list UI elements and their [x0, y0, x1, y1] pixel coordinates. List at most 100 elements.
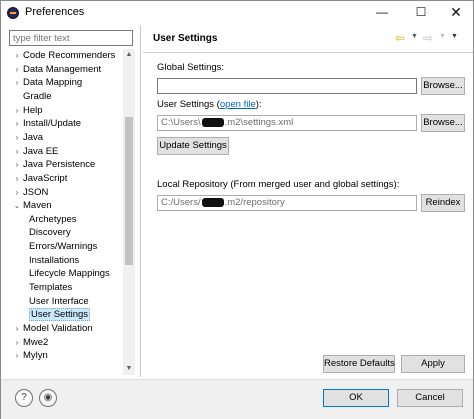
back-arrow-icon[interactable]: ⇦: [395, 31, 405, 45]
global-settings-label: Global Settings:: [157, 62, 225, 73]
tree-item[interactable]: Errors/Warnings: [29, 240, 97, 253]
scroll-thumb[interactable]: [125, 117, 133, 265]
collapsed-arrow-icon[interactable]: ›: [11, 349, 23, 362]
collapsed-arrow-icon[interactable]: ›: [11, 63, 23, 76]
tree-item-label: JSON: [23, 186, 49, 198]
tree-item-label: Data Management: [23, 63, 102, 75]
collapsed-arrow-icon[interactable]: ›: [11, 336, 23, 349]
tree-item-label: Code Recommenders: [23, 50, 116, 61]
view-menu-icon[interactable]: ▼: [451, 33, 458, 40]
reindex-button[interactable]: Reindex: [421, 194, 465, 212]
maximize-button[interactable]: ☐: [404, 1, 438, 23]
tree-item-label: Model Validation: [23, 323, 93, 334]
tree-item-label: Mylyn: [23, 350, 48, 362]
tree-item[interactable]: Archetypes: [29, 213, 77, 226]
page-title: User Settings: [153, 33, 218, 44]
tree-item-label: Java EE: [23, 145, 59, 157]
global-browse-button[interactable]: Browse...: [421, 77, 465, 95]
tree-item[interactable]: User Settings: [29, 308, 91, 322]
page-header: User Settings ⇦ ▼ ⇨ ▼ ▼: [143, 25, 473, 51]
expanded-arrow-icon[interactable]: ⌄: [11, 199, 23, 212]
tree-item[interactable]: › Data Mapping: [11, 76, 83, 89]
user-settings-label: User Settings (open file):: [157, 99, 262, 110]
collapsed-arrow-icon[interactable]: ›: [11, 186, 23, 199]
redaction-mark: [201, 117, 224, 127]
scroll-down-icon[interactable]: ▼: [123, 363, 135, 375]
tree-item[interactable]: › JavaScript: [11, 172, 68, 185]
update-settings-button[interactable]: Update Settings: [157, 137, 229, 155]
collapsed-arrow-icon[interactable]: ›: [11, 145, 23, 158]
tree-item-label: Help: [23, 104, 43, 116]
preference-tree: › Code Recommenders › Data Management › Data …: [1, 49, 123, 369]
tree-item-label: Install/Update: [23, 118, 82, 130]
tree-item-label: Java Persistence: [23, 159, 96, 171]
forward-arrow-icon[interactable]: ⇨: [423, 31, 433, 45]
tree-item[interactable]: Templates: [29, 281, 72, 294]
window-title: Preferences: [25, 6, 85, 18]
tree-item[interactable]: › Mwe2: [11, 336, 49, 349]
minimize-button[interactable]: —: [365, 1, 399, 23]
collapsed-arrow-icon[interactable]: ›: [11, 49, 23, 62]
settings-page: User Settings ⇦ ▼ ⇨ ▼ ▼ Global Settings:…: [143, 25, 473, 377]
global-settings-field[interactable]: [157, 78, 417, 94]
tree-item[interactable]: › Java: [11, 131, 43, 144]
tree-item-label: Maven: [23, 200, 52, 212]
back-dropdown-icon[interactable]: ▼: [411, 33, 418, 40]
import-export-icon[interactable]: ◉: [39, 389, 57, 407]
tree-item[interactable]: › Java EE: [11, 145, 59, 158]
tree-item[interactable]: ⌄ Maven: [11, 199, 52, 212]
redaction-mark: [201, 197, 224, 207]
tree-item[interactable]: › Code Recommenders: [11, 49, 116, 62]
tree-item-label: Archetypes: [29, 213, 77, 225]
tree-item-label: User Interface: [29, 295, 89, 307]
header-divider: [143, 52, 473, 53]
tree-item[interactable]: › Install/Update: [11, 117, 81, 130]
collapsed-arrow-icon[interactable]: ›: [11, 76, 23, 89]
apply-button[interactable]: Apply: [401, 355, 465, 373]
tree-item[interactable]: › Help: [11, 104, 43, 117]
user-settings-field: C:\Users\ .m2\settings.xml: [157, 115, 417, 131]
ok-button[interactable]: OK: [323, 389, 389, 407]
close-button[interactable]: ✕: [439, 1, 473, 23]
collapsed-arrow-icon[interactable]: ›: [11, 131, 23, 144]
tree-item[interactable]: Lifecycle Mappings: [29, 267, 110, 280]
filter-input[interactable]: [9, 30, 133, 46]
local-repository-field: C:/Users/.m2/repository: [157, 195, 417, 211]
forward-dropdown-icon[interactable]: ▼: [439, 33, 446, 40]
tree-item-label: JavaScript: [23, 172, 68, 184]
collapsed-arrow-icon[interactable]: ›: [11, 322, 23, 335]
tree-item-label: Java: [23, 131, 44, 143]
preference-tree-panel: ›Code Recommenders›Data Management›Data …: [1, 25, 141, 377]
tree-item[interactable]: Discovery: [29, 226, 71, 239]
eclipse-icon: [7, 7, 19, 19]
collapsed-arrow-icon[interactable]: ›: [11, 104, 23, 117]
tree-item[interactable]: Gradle: [11, 90, 52, 103]
tree-scrollbar[interactable]: ▲ ▼: [123, 49, 135, 375]
tree-item-label: Templates: [29, 282, 73, 294]
help-icon[interactable]: ?: [15, 389, 33, 407]
collapsed-arrow-icon[interactable]: ›: [11, 158, 23, 171]
tree-item[interactable]: › Java Persistence: [11, 158, 96, 171]
local-repository-label: Local Repository (From merged user and g…: [157, 179, 400, 190]
title-bar: Preferences — ☐ ✕: [1, 1, 473, 25]
cancel-button[interactable]: Cancel: [397, 389, 463, 407]
tree-item[interactable]: User Interface: [29, 295, 89, 308]
collapsed-arrow-icon[interactable]: ›: [11, 117, 23, 130]
tree-item-label: Installations: [29, 254, 80, 266]
preferences-dialog: Preferences — ☐ ✕ ›Code Recommenders›Dat…: [0, 0, 474, 419]
tree-item-label: User Settings: [29, 308, 91, 322]
tree-item[interactable]: › Model Validation: [11, 322, 93, 335]
dialog-footer: ? ◉ OK Cancel: [1, 379, 473, 419]
tree-item-label: Mwe2: [23, 336, 49, 348]
open-file-link[interactable]: open file: [220, 99, 256, 110]
user-browse-button[interactable]: Browse...: [421, 114, 465, 132]
tree-item-label: Gradle: [23, 90, 52, 102]
tree-item-label: Discovery: [29, 227, 71, 239]
tree-item[interactable]: › Data Management: [11, 63, 102, 76]
tree-item[interactable]: › JSON: [11, 186, 49, 199]
tree-item[interactable]: Installations: [29, 254, 79, 267]
collapsed-arrow-icon[interactable]: ›: [11, 172, 23, 185]
tree-item[interactable]: › Mylyn: [11, 349, 48, 362]
restore-defaults-button[interactable]: Restore Defaults: [323, 355, 395, 373]
scroll-up-icon[interactable]: ▲: [123, 49, 135, 61]
